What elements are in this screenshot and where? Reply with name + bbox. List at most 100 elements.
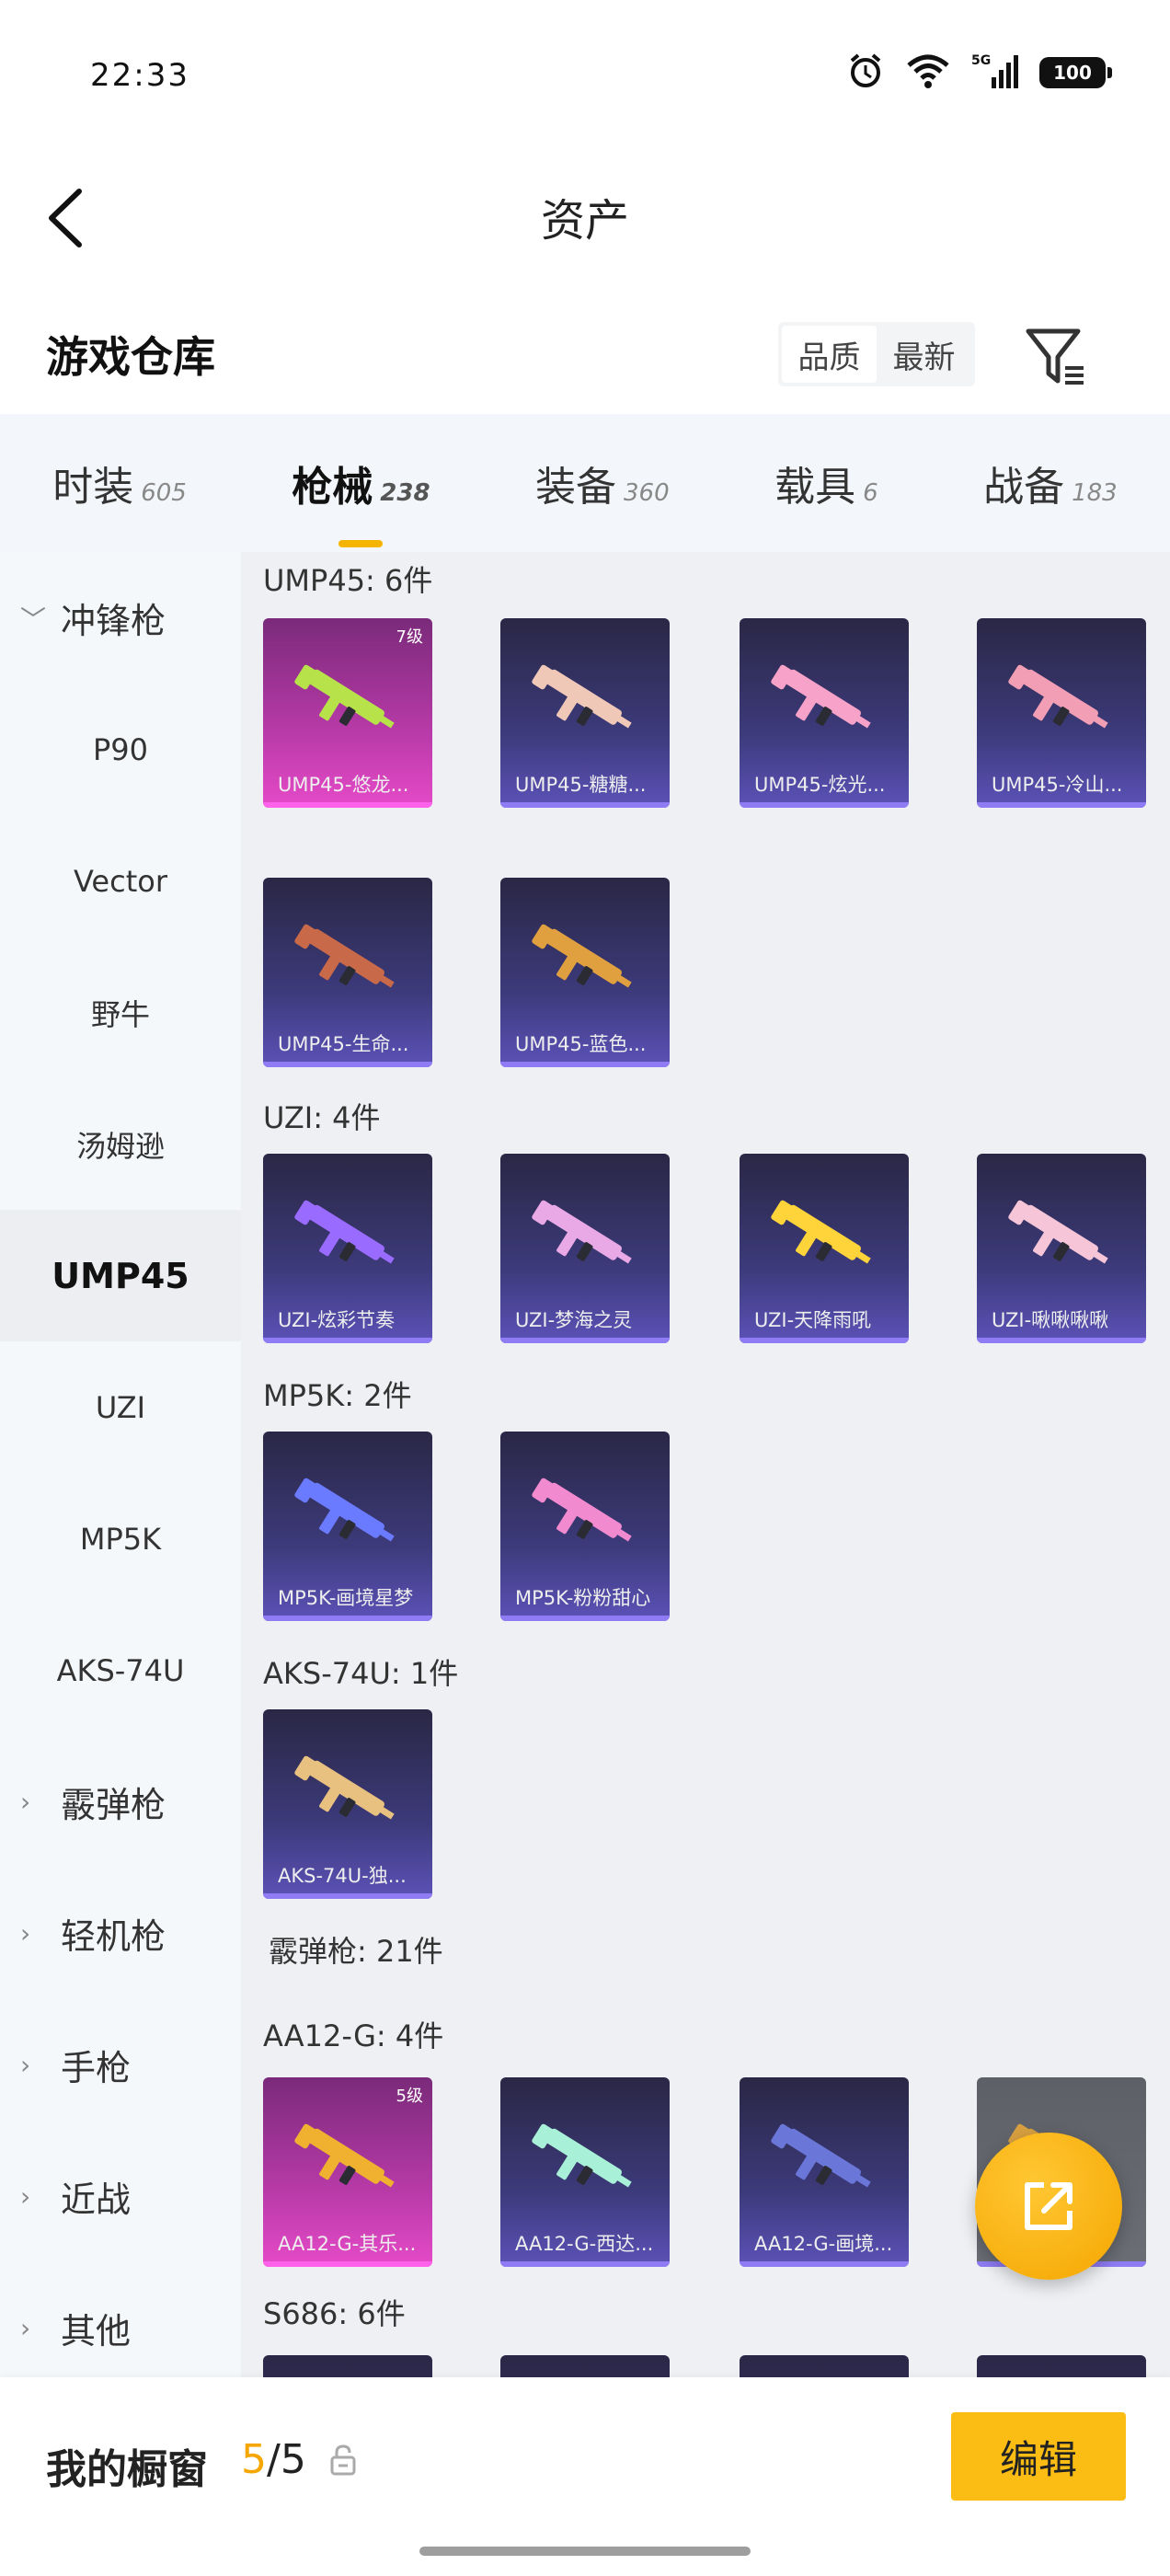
- tab-weapons[interactable]: 枪械 238: [282, 454, 439, 547]
- sidebar-group-pistol[interactable]: › 手枪: [0, 1999, 241, 2131]
- page-title: 资产: [540, 195, 629, 247]
- weapon-card[interactable]: MP5K-画境星梦: [263, 1432, 432, 1621]
- weapon-card[interactable]: MP5K-粉粉甜心: [500, 1432, 670, 1621]
- sidebar-item-label: AKS-74U: [56, 1652, 185, 1688]
- tab-label: 战备: [983, 464, 1065, 511]
- tab-fashion[interactable]: 时装 605: [43, 454, 196, 512]
- weapon-card[interactable]: 5级 AA12-G-其乐...: [263, 2077, 432, 2267]
- svg-text:5G: 5G: [971, 53, 991, 68]
- weapon-card-partial[interactable]: [263, 2355, 432, 2377]
- rarity-stripe: [740, 2261, 909, 2267]
- sidebar-group-other[interactable]: › 其他: [0, 2262, 241, 2377]
- weapon-card[interactable]: UMP45-生命...: [263, 878, 432, 1067]
- chevron-right-icon: ›: [20, 2181, 31, 2212]
- sidebar-group-shotgun[interactable]: › 霰弹枪: [0, 1736, 241, 1868]
- rarity-stripe: [263, 2261, 432, 2267]
- level-badge: 5级: [396, 2087, 423, 2106]
- weapon-image: [294, 1755, 395, 1820]
- chevron-down-icon: ﹀: [20, 604, 47, 635]
- rarity-stripe: [500, 1062, 670, 1067]
- tab-count: 238: [380, 479, 430, 507]
- chevron-right-icon: ›: [20, 2313, 31, 2343]
- rarity-stripe: [500, 802, 670, 808]
- active-tab-indicator: [338, 540, 384, 547]
- sidebar-item-label: 霰弹枪: [61, 1785, 166, 1825]
- sidebar-item-aks74u[interactable]: AKS-74U: [0, 1604, 241, 1736]
- weapon-image: [771, 664, 871, 729]
- tab-supplies[interactable]: 战备 183: [974, 454, 1127, 512]
- sort-newest-button[interactable]: 最新: [877, 326, 971, 383]
- tab-label: 枪械: [292, 464, 373, 511]
- sidebar-item-bizon[interactable]: 野牛: [0, 947, 241, 1078]
- sidebar-group-smg[interactable]: ﹀ 冲锋枪: [0, 552, 241, 684]
- showcase-count: 5/5: [241, 2436, 306, 2483]
- weapon-card-name: AA12-G-画境...: [754, 2233, 893, 2255]
- battery-icon: 100: [1039, 57, 1112, 88]
- tab-equipment[interactable]: 装备 360: [526, 454, 679, 512]
- tab-vehicles[interactable]: 载具 6: [765, 454, 888, 512]
- weapon-card[interactable]: UMP45-蓝色...: [500, 878, 670, 1067]
- sidebar-item-ump45[interactable]: UMP45: [0, 1210, 241, 1341]
- sidebar-item-label: MP5K: [79, 1521, 162, 1557]
- category-tabs: 时装 605 枪械 238 装备 360 载具 6 战备 183: [0, 414, 1170, 552]
- weapon-card-partial[interactable]: [740, 2355, 909, 2377]
- warehouse-bar: 游戏仓库 品质 最新: [0, 304, 1170, 414]
- weapon-card-name: AA12-G-西达...: [515, 2233, 654, 2255]
- filter-button[interactable]: [1019, 320, 1093, 394]
- weapon-card[interactable]: UZI-炫彩节奏: [263, 1154, 432, 1343]
- sidebar-item-p90[interactable]: P90: [0, 684, 241, 815]
- weapon-image: [532, 924, 632, 988]
- weapon-card[interactable]: UMP45-冷山...: [977, 618, 1146, 808]
- sidebar-item-label: 手枪: [61, 2048, 132, 2088]
- sidebar-group-lmg[interactable]: › 轻机枪: [0, 1868, 241, 1999]
- section-label-s686: S686: 6件: [263, 2296, 406, 2331]
- sidebar-item-vector[interactable]: Vector: [0, 815, 241, 947]
- sidebar-item-label: 冲锋枪: [61, 601, 166, 641]
- sidebar-item-label: 野牛: [90, 996, 150, 1032]
- alarm-icon: [846, 52, 885, 94]
- weapon-card[interactable]: AA12-G-西达...: [500, 2077, 670, 2267]
- chevron-right-icon: ›: [20, 2050, 31, 2080]
- section-label-aks74u: AKS-74U: 1件: [263, 1656, 459, 1691]
- weapon-image: [532, 2123, 632, 2188]
- weapon-card-partial[interactable]: [500, 2355, 670, 2377]
- sidebar-group-melee[interactable]: › 近战: [0, 2131, 241, 2262]
- sidebar-item-mp5k[interactable]: MP5K: [0, 1473, 241, 1604]
- showcase-count-total: /5: [267, 2436, 306, 2483]
- edit-button[interactable]: 编辑: [951, 2412, 1126, 2501]
- tab-count: 360: [624, 479, 670, 507]
- showcase-count-current: 5: [241, 2436, 267, 2483]
- rarity-stripe: [977, 802, 1146, 808]
- weapon-card[interactable]: UMP45-糖糖...: [500, 618, 670, 808]
- weapon-card[interactable]: AKS-74U-独...: [263, 1709, 432, 1899]
- weapon-card-name: UMP45-蓝色...: [515, 1033, 647, 1055]
- weapon-image: [294, 2123, 395, 2188]
- weapon-card[interactable]: UMP45-炫光...: [740, 618, 909, 808]
- weapon-image: [294, 1200, 395, 1264]
- tab-count: 6: [863, 479, 878, 507]
- sidebar-item-label: Vector: [74, 863, 167, 899]
- share-fab[interactable]: [975, 2133, 1122, 2280]
- home-indicator[interactable]: [419, 2547, 751, 2556]
- weapon-card[interactable]: UZI-梦海之灵: [500, 1154, 670, 1343]
- weapon-card-partial[interactable]: [977, 2355, 1146, 2377]
- weapon-grid: UMP45: 6件 UZI: 4件 MP5K: 2件 AKS-74U: 1件 霰…: [241, 552, 1170, 2377]
- weapon-card[interactable]: 7级 UMP45-悠龙...: [263, 618, 432, 808]
- filter-icon: [1026, 328, 1084, 385]
- weapon-card-name: UMP45-糖糖...: [515, 774, 647, 796]
- sidebar-item-uzi[interactable]: UZI: [0, 1341, 241, 1473]
- tab-count: 605: [141, 479, 187, 507]
- chevron-right-icon: ›: [20, 1787, 31, 1817]
- weapon-card[interactable]: AA12-G-画境...: [740, 2077, 909, 2267]
- sidebar-item-label: 近战: [61, 2179, 132, 2220]
- weapon-card[interactable]: UZI-啾啾啾啾: [977, 1154, 1146, 1343]
- weapon-card[interactable]: UZI-天降雨吼: [740, 1154, 909, 1343]
- sort-toggle: 品质 最新: [778, 322, 975, 386]
- sidebar-item-thompson[interactable]: 汤姆逊: [0, 1078, 241, 1210]
- weapon-image: [294, 664, 395, 729]
- weapon-category-sidebar: ﹀ 冲锋枪 P90 Vector 野牛 汤姆逊 UMP45 UZI MP5K AK…: [0, 552, 241, 2377]
- section-label-uzi: UZI: 4件: [263, 1100, 381, 1135]
- sidebar-item-label: UZI: [95, 1389, 146, 1425]
- sort-quality-button[interactable]: 品质: [782, 326, 877, 383]
- weapon-card-name: UZI-啾啾啾啾: [992, 1309, 1109, 1331]
